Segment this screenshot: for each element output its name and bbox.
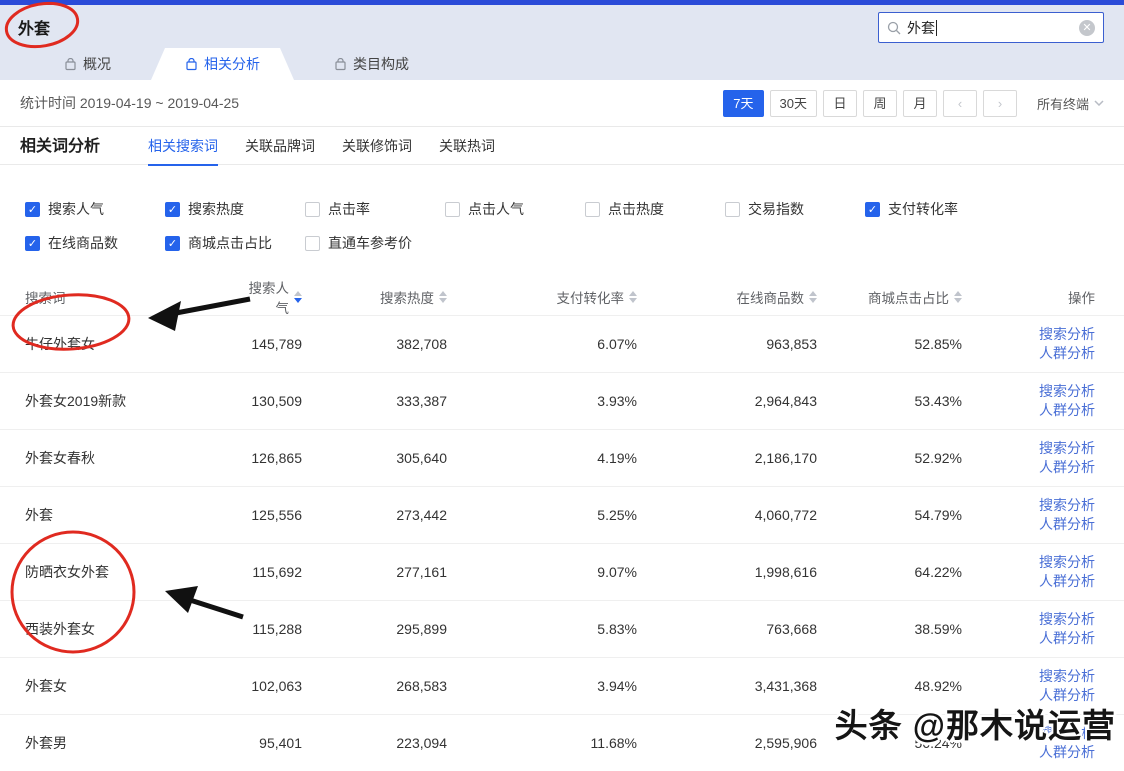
toolbar: 统计时间 2019-04-19 ~ 2019-04-25 7天 30天 日 周 …: [0, 80, 1124, 127]
tab-related-analysis[interactable]: 相关分析: [151, 48, 294, 80]
audience-analysis-link[interactable]: 人群分析: [962, 572, 1095, 591]
sort-icon[interactable]: [439, 291, 447, 303]
subtab-related-modifier-words[interactable]: 关联修饰词: [342, 137, 412, 166]
table-row: 防晒衣女外套 115,692 277,161 9.07% 1,998,616 6…: [0, 543, 1124, 600]
sort-icon[interactable]: [809, 291, 817, 303]
keyword-cell: 外套男: [25, 733, 240, 753]
col-mall-click-share[interactable]: 商城点击占比: [817, 287, 962, 307]
clear-search-icon[interactable]: [1079, 20, 1095, 36]
range-month-button[interactable]: 月: [903, 90, 937, 117]
keyword-cell: 外套女: [25, 676, 240, 696]
audience-analysis-link[interactable]: 人群分析: [962, 743, 1095, 762]
col-keyword: 搜索词: [25, 287, 240, 307]
bag-icon: [334, 58, 347, 71]
subtab-related-hot-words[interactable]: 关联热词: [439, 137, 495, 166]
filter-click-popularity[interactable]: 点击人气: [445, 199, 585, 219]
search-icon: [887, 21, 901, 35]
page-title: 外套: [18, 15, 50, 39]
checkbox-icon[interactable]: [585, 202, 600, 217]
subtabs: 相关搜索词 关联品牌词 关联修饰词 关联热词: [148, 137, 495, 166]
keyword-cell: 外套: [25, 505, 240, 525]
col-search-heat[interactable]: 搜索热度: [302, 287, 447, 307]
keyword-cell: 外套女2019新款: [25, 391, 240, 411]
search-analysis-link[interactable]: 搜索分析: [962, 496, 1095, 515]
stats-time: 统计时间 2019-04-19 ~ 2019-04-25: [20, 93, 239, 113]
filter-mall-click-share[interactable]: 商城点击占比: [165, 233, 305, 253]
section-title: 相关词分析: [20, 137, 100, 157]
subtab-related-search-words[interactable]: 相关搜索词: [148, 137, 218, 166]
range-day-button[interactable]: 日: [823, 90, 857, 117]
checkbox-icon[interactable]: [305, 202, 320, 217]
audience-analysis-link[interactable]: 人群分析: [962, 344, 1095, 363]
keyword-cell: 牛仔外套女: [25, 334, 240, 354]
audience-analysis-link[interactable]: 人群分析: [962, 629, 1095, 648]
col-search-popularity[interactable]: 搜索人气: [240, 277, 302, 317]
search-analysis-link[interactable]: 搜索分析: [962, 553, 1095, 572]
table-row: 牛仔外套女 145,789 382,708 6.07% 963,853 52.8…: [0, 315, 1124, 372]
tab-overview[interactable]: 概况: [36, 48, 139, 80]
search-analysis-link[interactable]: 搜索分析: [962, 667, 1095, 686]
page-header: 外套 外套: [0, 5, 1124, 48]
search-analysis-link[interactable]: 搜索分析: [962, 610, 1095, 629]
chevron-down-icon: [1094, 100, 1104, 106]
table-row: 外套女春秋 126,865 305,640 4.19% 2,186,170 52…: [0, 429, 1124, 486]
filter-online-products[interactable]: 在线商品数: [25, 233, 165, 253]
filter-transaction-index[interactable]: 交易指数: [725, 199, 865, 219]
range-30d-button[interactable]: 30天: [770, 90, 817, 117]
audience-analysis-link[interactable]: 人群分析: [962, 458, 1095, 477]
checkbox-icon[interactable]: [865, 202, 880, 217]
bag-icon: [64, 58, 77, 71]
search-value: 外套: [907, 18, 935, 38]
col-online-products[interactable]: 在线商品数: [637, 287, 817, 307]
sort-icon[interactable]: [954, 291, 962, 303]
audience-analysis-link[interactable]: 人群分析: [962, 515, 1095, 534]
col-pay-conversion[interactable]: 支付转化率: [447, 287, 637, 307]
filter-search-popularity[interactable]: 搜索人气: [25, 199, 165, 219]
filter-click-rate[interactable]: 点击率: [305, 199, 445, 219]
audience-analysis-link[interactable]: 人群分析: [962, 401, 1095, 420]
search-analysis-link[interactable]: 搜索分析: [962, 439, 1095, 458]
range-week-button[interactable]: 周: [863, 90, 897, 117]
range-7d-button[interactable]: 7天: [723, 90, 763, 117]
tab-category-composition[interactable]: 类目构成: [306, 48, 437, 80]
audience-analysis-link[interactable]: 人群分析: [962, 686, 1095, 705]
table-header: 搜索词 搜索人气 搜索热度 支付转化率 在线商品数 商城点击占比 操作: [0, 277, 1124, 315]
filter-pay-conversion[interactable]: 支付转化率: [865, 199, 1005, 219]
checkbox-icon[interactable]: [165, 236, 180, 251]
checkbox-icon[interactable]: [25, 202, 40, 217]
checkbox-icon[interactable]: [25, 236, 40, 251]
checkbox-icon[interactable]: [305, 236, 320, 251]
search-analysis-link[interactable]: 搜索分析: [962, 382, 1095, 401]
table-row: 外套女 102,063 268,583 3.94% 3,431,368 48.9…: [0, 657, 1124, 714]
keyword-cell: 外套女春秋: [25, 448, 240, 468]
next-period-button[interactable]: ›: [983, 90, 1017, 117]
keyword-cell: 防晒衣女外套: [25, 562, 240, 582]
table-row: 西装外套女 115,288 295,899 5.83% 763,668 38.5…: [0, 600, 1124, 657]
table-row: 外套 125,556 273,442 5.25% 4,060,772 54.79…: [0, 486, 1124, 543]
col-actions: 操作: [962, 287, 1095, 307]
terminal-dropdown[interactable]: 所有终端: [1037, 94, 1104, 113]
sort-icon[interactable]: [294, 291, 302, 303]
search-input[interactable]: 外套: [878, 12, 1104, 43]
checkbox-icon[interactable]: [725, 202, 740, 217]
filter-click-heat[interactable]: 点击热度: [585, 199, 725, 219]
sort-icon[interactable]: [629, 291, 637, 303]
table-row: 外套女2019新款 130,509 333,387 3.93% 2,964,84…: [0, 372, 1124, 429]
prev-period-button[interactable]: ‹: [943, 90, 977, 117]
metric-filters: 搜索人气 搜索热度 点击率 点击人气 点击热度 交易指数 支付转化率 在线商品数…: [0, 165, 1124, 277]
filter-ztc-reference-price[interactable]: 直通车参考价: [305, 233, 445, 253]
subtab-related-brand-words[interactable]: 关联品牌词: [245, 137, 315, 166]
bag-icon: [185, 58, 198, 71]
main-tabs: 概况 相关分析 类目构成: [0, 48, 1124, 80]
related-words-section-header: 相关词分析 相关搜索词 关联品牌词 关联修饰词 关联热词: [0, 127, 1124, 165]
filter-search-heat[interactable]: 搜索热度: [165, 199, 305, 219]
text-caret: [936, 20, 937, 36]
search-analysis-link[interactable]: 搜索分析: [962, 325, 1095, 344]
table-row: 外套男 95,401 223,094 11.68% 2,595,906 56.2…: [0, 714, 1124, 771]
checkbox-icon[interactable]: [445, 202, 460, 217]
checkbox-icon[interactable]: [165, 202, 180, 217]
keyword-cell: 西装外套女: [25, 619, 240, 639]
search-analysis-link[interactable]: 搜索分析: [962, 724, 1095, 743]
